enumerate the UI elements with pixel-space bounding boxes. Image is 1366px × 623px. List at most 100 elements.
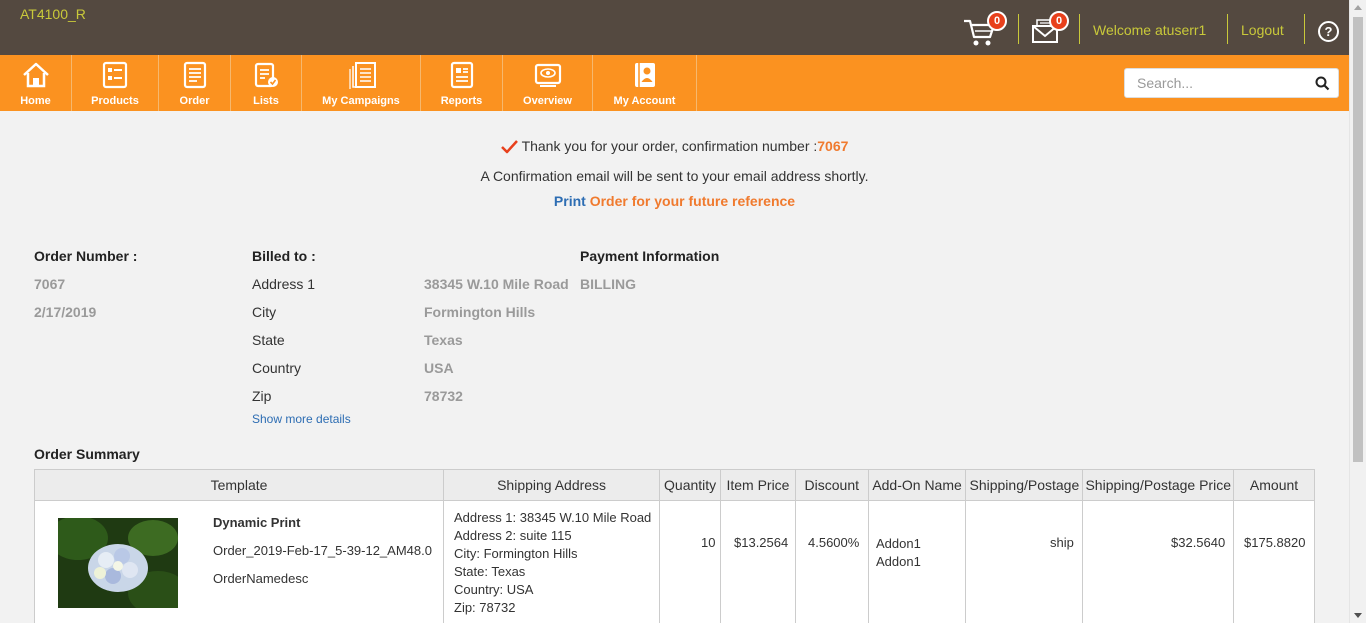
shipping-address: Address 1: 38345 W.10 Mile Road Address …: [454, 509, 651, 617]
template-thumbnail[interactable]: [58, 518, 178, 608]
column-header: Shipping/Postage Price: [1082, 469, 1235, 501]
page-scrollbar[interactable]: [1349, 0, 1366, 623]
campaigns-icon: [349, 62, 376, 89]
column-header: Shipping/Postage: [965, 469, 1084, 501]
nav-label: Lists: [253, 95, 279, 107]
quantity-cell: [659, 500, 722, 623]
thank-you-text: Thank you for your order, confirmation n…: [521, 138, 818, 154]
search-icon[interactable]: [1315, 76, 1330, 91]
order-icon: [183, 61, 206, 89]
quantity-value: 10: [701, 535, 716, 550]
welcome-text: Welcome atuserr1: [1093, 22, 1207, 38]
shipping-method-value: ship: [1050, 535, 1074, 550]
nav-label: My Account: [613, 95, 676, 107]
shipping-address-line: Address 2: suite 115: [454, 528, 572, 543]
billing-field-label: Address 1: [252, 276, 316, 292]
column-header: Discount: [794, 469, 869, 501]
addon-names: Addon1 Addon1: [876, 535, 921, 571]
nav-item-home[interactable]: Home: [0, 55, 72, 111]
amount-cell: [1233, 500, 1315, 623]
nav-item-lists[interactable]: Lists: [231, 55, 302, 111]
column-header: Amount: [1233, 469, 1315, 501]
divider: [1227, 14, 1228, 44]
nav-label: Order: [179, 95, 210, 107]
logout-link[interactable]: Logout: [1241, 22, 1284, 38]
nav-label: Home: [20, 95, 51, 107]
billing-field-label: Country: [252, 360, 302, 376]
brand-name: AT4100_R: [20, 6, 86, 22]
item-price-value: $13.2564: [734, 535, 789, 550]
overview-icon: [534, 63, 561, 87]
top-header: AT4100_R 0 0 Welcome atuserr1 Logout ?: [0, 0, 1349, 55]
billing-field-label: Zip: [252, 388, 272, 404]
payment-info-label: Payment Information: [580, 248, 720, 264]
nav-item-my-campaigns[interactable]: My Campaigns: [302, 55, 421, 111]
cart-button[interactable]: 0: [963, 11, 1007, 47]
search-input[interactable]: [1125, 69, 1305, 97]
shipping-address-line: Address 1: 38345 W.10 Mile Road: [454, 510, 652, 525]
discount-value: 4.5600%: [808, 535, 860, 550]
confirmation-message: Thank you for your order, confirmation n…: [0, 138, 1349, 154]
column-header: Add-On Name: [867, 469, 967, 501]
divider: [1079, 14, 1080, 44]
nav-item-order[interactable]: Order: [159, 55, 231, 111]
order-number-value: 7067: [34, 276, 66, 292]
amount-value: $175.8820: [1244, 535, 1306, 550]
column-header: Item Price: [720, 469, 796, 501]
order-description: OrderNamedesc: [213, 571, 309, 586]
divider: [1018, 14, 1019, 44]
column-header: Quantity: [659, 469, 722, 501]
shipping-postage-price-cell: [1082, 500, 1235, 623]
print-reference: Print Order for your future reference: [0, 193, 1349, 209]
print-link[interactable]: Print: [554, 193, 586, 209]
show-more-details-link[interactable]: Show more details: [252, 412, 351, 426]
search-box: [1124, 68, 1339, 98]
order-summary-title: Order Summary: [34, 446, 140, 462]
nav-item-overview[interactable]: Overview: [503, 55, 593, 111]
column-header: Template: [33, 469, 445, 501]
lists-icon: [254, 62, 278, 88]
shipping-address-line: State: Texas: [454, 564, 526, 579]
help-button[interactable]: ?: [1318, 21, 1339, 42]
addon-name: Addon1: [876, 554, 921, 569]
nav-item-products[interactable]: Products: [72, 55, 159, 111]
order-date: 2/17/2019: [34, 304, 97, 320]
order-name: Order_2019-Feb-17_5-39-12_AM48.0: [213, 543, 432, 558]
message-count-badge: 0: [1049, 11, 1069, 31]
billing-field-value: Texas: [424, 332, 463, 348]
table-header-row: Template Shipping Address Quantity Item …: [33, 469, 1315, 501]
nav-label: Overview: [523, 95, 572, 107]
nav-item-my-account[interactable]: My Account: [593, 55, 697, 111]
payment-method: BILLING: [580, 276, 636, 292]
main-nav: Home Products Order Lists My Campaigns R…: [0, 55, 1349, 111]
nav-label: My Campaigns: [322, 95, 400, 107]
column-header: Shipping Address: [443, 469, 661, 501]
shipping-address-line: Zip: 78732: [454, 600, 516, 615]
scroll-down-arrow-icon[interactable]: [1354, 613, 1362, 618]
divider: [1304, 14, 1305, 44]
shipping-address-line: City: Formington Hills: [454, 546, 578, 561]
billed-to-label: Billed to :: [252, 248, 316, 264]
addon-name: Addon1: [876, 536, 921, 551]
scroll-up-arrow-icon[interactable]: [1354, 5, 1362, 10]
shipping-address-line: Country: USA: [454, 582, 534, 597]
checkmark-icon: [500, 140, 518, 154]
billing-field-value: Formington Hills: [424, 304, 536, 320]
home-icon: [22, 62, 49, 88]
scroll-thumb[interactable]: [1353, 17, 1363, 462]
billing-field-value: 38345 W.10 Mile Road: [424, 276, 569, 292]
reports-icon: [450, 61, 473, 89]
discount-cell: [794, 500, 869, 623]
nav-item-reports[interactable]: Reports: [421, 55, 503, 111]
account-icon: [634, 63, 655, 87]
print-reference-text: Order for your future reference: [589, 193, 796, 209]
billing-field-label: State: [252, 332, 285, 348]
order-number-label: Order Number :: [34, 248, 138, 264]
billing-field-value: 78732: [424, 388, 463, 404]
products-icon: [102, 61, 128, 89]
messages-button[interactable]: 0: [1032, 11, 1069, 47]
template-name: Dynamic Print: [213, 515, 301, 530]
cart-count-badge: 0: [987, 11, 1007, 31]
billing-field-value: USA: [424, 360, 454, 376]
nav-label: Products: [91, 95, 139, 107]
